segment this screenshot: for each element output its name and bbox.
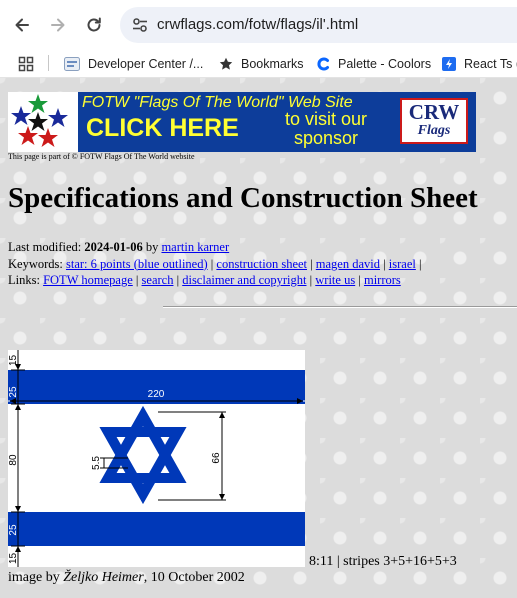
horizontal-rule (163, 306, 517, 308)
keyword-link-star[interactable]: star: 6 points (blue outlined) (66, 257, 208, 271)
flag-construction-image: 15 25 220 80 5.5 66 25 15 (8, 350, 305, 567)
page-title: Specifications and Construction Sheet (8, 182, 478, 214)
link-search[interactable]: search (142, 273, 174, 287)
page-meta: Last modified: 2024-01-06 by martin karn… (8, 239, 517, 289)
link-disclaimer[interactable]: disclaimer and copyright (182, 273, 306, 287)
dim-star-gap: 5.5 (91, 456, 102, 470)
keyword-link-israel[interactable]: israel (389, 257, 416, 271)
arrow-left-icon (15, 18, 29, 32)
banner-note: This page is part of © FOTW Flags Of The… (8, 152, 195, 161)
developer-center-favicon (64, 57, 80, 71)
dim-bottom-margin: 15 (8, 552, 19, 564)
last-modified-date: 2024-01-06 (84, 240, 143, 254)
crw-logo-top: CRW (408, 100, 460, 124)
dim-top-margin: 15 (8, 354, 19, 366)
bookmark-developer-center[interactable]: Developer Center /... (64, 54, 203, 74)
bottom-blue-stripe (8, 512, 305, 546)
keyword-link-construction-sheet[interactable]: construction sheet (216, 257, 307, 271)
sponsor-banner[interactable]: FOTW "Flags Of The World" Web Site CLICK… (8, 92, 476, 152)
reload-icon (87, 17, 101, 32)
links-line: Links: FOTW homepage | search | disclaim… (8, 273, 401, 287)
browser-toolbar: crwflags.com/fotw/flags/il'.html (0, 0, 517, 50)
address-bar[interactable]: crwflags.com/fotw/flags/il'.html (120, 7, 517, 43)
dim-star-height: 66 (211, 452, 222, 464)
apps-button[interactable] (18, 54, 34, 74)
bookmarks-separator (48, 55, 49, 71)
dim-top-stripe: 25 (8, 386, 19, 398)
bookmark-label: React Ts (f (464, 57, 517, 71)
arrow-right-icon (51, 18, 65, 32)
dim-width: 220 (148, 389, 165, 400)
page-content: FOTW "Flags Of The World" Web Site CLICK… (0, 78, 517, 598)
back-button[interactable] (8, 11, 36, 39)
bookmark-palette-coolors[interactable]: Palette - Coolors (316, 54, 431, 74)
link-mirrors[interactable]: mirrors (364, 273, 401, 287)
star-icon (219, 57, 233, 70)
bookmark-bookmarks[interactable]: Bookmarks (219, 54, 304, 74)
bookmarks-bar: Developer Center /... Bookmarks Palette … (0, 50, 517, 78)
forward-button[interactable] (44, 11, 72, 39)
link-fotw-homepage[interactable]: FOTW homepage (43, 273, 133, 287)
lightning-favicon (442, 57, 456, 71)
credit-date: , 10 October 2002 (143, 570, 245, 585)
reload-button[interactable] (80, 11, 108, 39)
crw-flags-logo: CRW Flags (400, 98, 468, 144)
credit-author: Željko Heimer (63, 570, 144, 585)
dim-bottom-stripe: 25 (8, 524, 19, 536)
author-link[interactable]: martin karner (161, 240, 229, 254)
coolors-favicon (317, 57, 329, 71)
url-text[interactable]: crwflags.com/fotw/flags/il'.html (157, 16, 358, 33)
last-modified-line: Last modified: 2024-01-06 by martin karn… (8, 240, 230, 254)
keyword-link-magen-david[interactable]: magen david (316, 257, 380, 271)
bookmark-label: Palette - Coolors (338, 57, 432, 71)
image-credit: image by Željko Heimer, 10 October 2002 (8, 570, 245, 585)
flag-caption: 8:11 | stripes 3+5+16+5+3 (309, 554, 457, 569)
crw-logo-bottom: Flags (417, 123, 451, 138)
keywords-line: Keywords: star: 6 points (blue outlined)… (8, 256, 422, 271)
tune-icon (133, 18, 147, 32)
apps-grid-icon (18, 56, 34, 72)
israel-flag-construction-sheet: 15 25 220 80 5.5 66 25 15 (8, 350, 305, 567)
link-write-us[interactable]: write us (315, 273, 355, 287)
stars-logo-icon (8, 92, 78, 152)
banner-click-here: CLICK HERE (86, 114, 239, 142)
bookmark-react-ts[interactable]: React Ts (f (442, 54, 517, 74)
site-info-button[interactable] (130, 15, 150, 35)
bookmark-label: Developer Center /... (88, 57, 204, 71)
banner-line-3: to visit our sponsor (284, 109, 368, 148)
bookmark-label: Bookmarks (241, 57, 304, 71)
dim-middle: 80 (8, 454, 19, 466)
